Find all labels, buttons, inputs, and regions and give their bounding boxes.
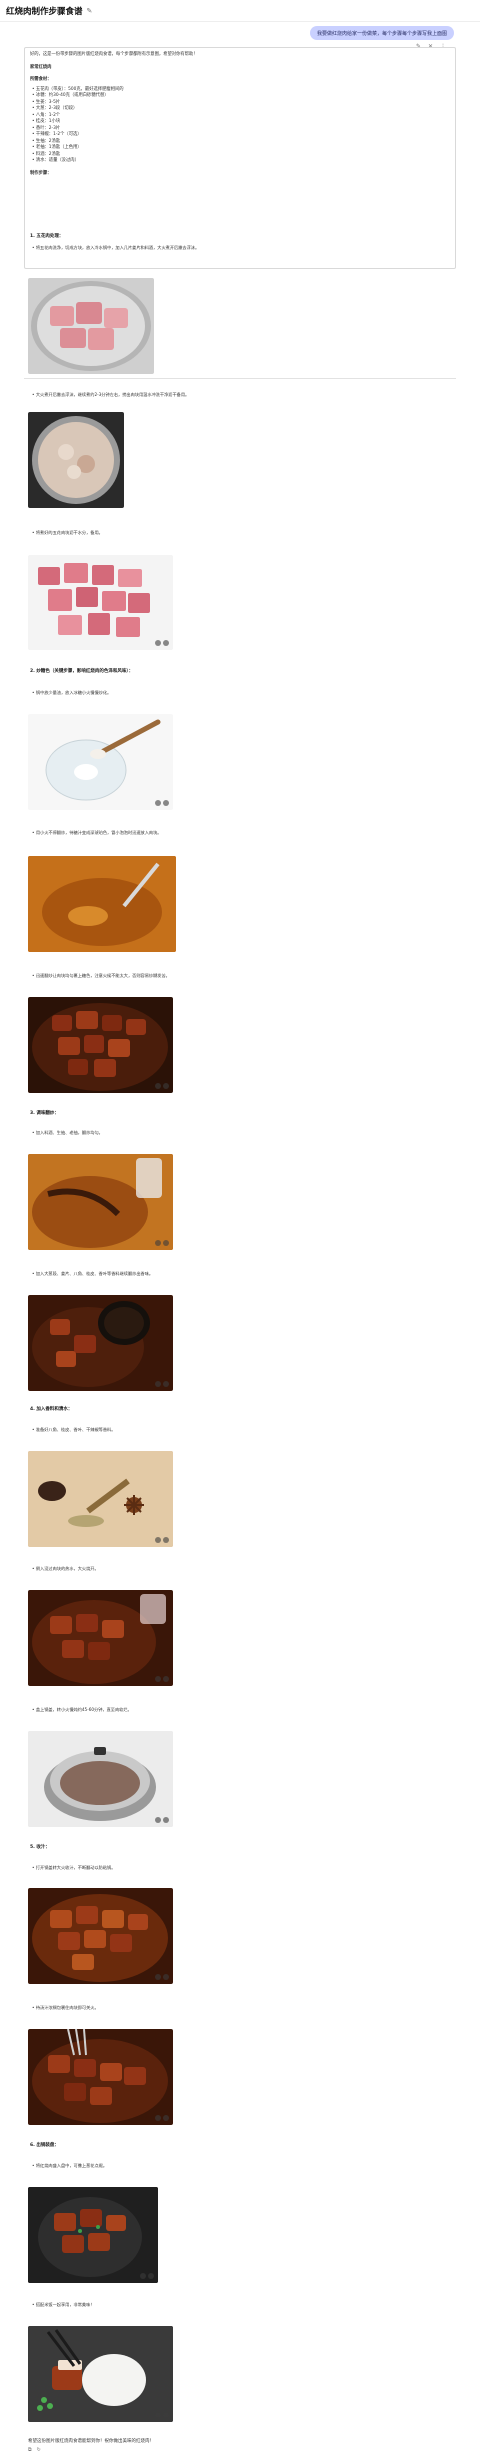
list-item: 将红烧肉盛入盘中，可撒上葱花点缀。 <box>32 2163 107 2169</box>
image-actions <box>155 1974 169 1980</box>
pork-with-rice-illustration <box>28 2326 173 2422</box>
finished-sauce-illustration <box>32 2029 168 2123</box>
list-item: 准备好八角、桂皮、香叶、干辣椒等香料。 <box>32 1427 116 1433</box>
section-heading-6: 6. 出锅装盘： <box>30 2143 59 2148</box>
image-actions <box>155 1676 169 1682</box>
reducing-sauce-photo[interactable] <box>28 1888 173 1984</box>
list-item: 打开锅盖转大火收汁，不断翻动以防粘锅。 <box>32 1865 116 1871</box>
plated-pork-illustration <box>28 2187 158 2283</box>
adding-water-photo[interactable] <box>28 1590 173 1686</box>
list-item: 锅中放少量油，放入冰糖小火慢慢炒化。 <box>32 690 111 696</box>
answer-body: 好的，这是一份带步骤的图片版红烧肉食谱，每个步骤都附有示意图，希望对你有帮助！ … <box>30 52 450 177</box>
ingredient-list: • 五花肉（带皮）：500克，最好选择肥瘦相间的 • 冰糖：约30-40克（或用白… <box>30 87 450 165</box>
caramel-illustration <box>28 856 176 952</box>
section-divider <box>24 378 456 379</box>
download-icon[interactable] <box>163 1974 169 1980</box>
download-icon[interactable] <box>163 1676 169 1682</box>
seasoning-pour-illustration <box>28 1154 173 1250</box>
list-item: 加入料酒、生抽、老抽，翻炒均匀。 <box>32 1130 103 1136</box>
download-icon[interactable] <box>163 1817 169 1823</box>
user-message: 我要做红烧肉给家一份做菜，每个步骤每个步骤写我上面图 <box>309 26 454 40</box>
refresh-icon[interactable]: ↻ <box>37 2447 41 2453</box>
section-heading-4: 4. 加入香料和清水： <box>30 1407 73 1412</box>
raw-pork-photo[interactable] <box>28 278 154 374</box>
image-actions <box>155 1083 169 1089</box>
spices-board-illustration <box>28 1451 173 1547</box>
download-icon[interactable] <box>163 2115 169 2121</box>
image-actions <box>140 2273 154 2279</box>
zoom-icon[interactable] <box>155 1240 161 1246</box>
image-actions <box>155 2412 169 2418</box>
spices-board-photo[interactable] <box>28 1451 173 1547</box>
pencil-icon[interactable]: ✎ <box>87 7 93 15</box>
section-heading-1: 1. 五花肉处理： <box>30 234 64 239</box>
message-actions: ⧉ ↻ <box>28 2447 41 2453</box>
pork-cubes-photo[interactable] <box>28 555 173 650</box>
section-heading-3: 3. 调味翻炒： <box>30 1111 59 1116</box>
list-item: 待汤汁浓稠包裹住肉块即可关火。 <box>32 2005 99 2011</box>
braised-pork-wok-illustration <box>32 1003 168 1091</box>
list-item: 倒入没过肉块的热水，大火烧开。 <box>32 1566 99 1572</box>
zoom-icon[interactable] <box>155 1676 161 1682</box>
list-item: 用小火不停翻炒，待糖汁变成深琥珀色，冒小泡泡时迅速放入肉块。 <box>32 830 162 836</box>
plated-pork-photo[interactable] <box>28 2187 158 2283</box>
zoom-icon[interactable] <box>155 1083 161 1089</box>
chat-header: 红烧肉制作步骤食谱 ✎ <box>0 0 480 22</box>
zoom-icon[interactable] <box>155 1817 161 1823</box>
download-icon[interactable] <box>163 1381 169 1387</box>
download-icon[interactable] <box>163 800 169 806</box>
reducing-sauce-illustration <box>32 1894 168 1982</box>
image-actions <box>155 640 169 646</box>
image-actions <box>155 1537 169 1543</box>
list-item: 搭配米饭一起享用，非常美味！ <box>32 2302 95 2308</box>
sugar-bowl-illustration <box>45 719 161 801</box>
zoom-icon[interactable] <box>155 2115 161 2121</box>
zoom-icon[interactable] <box>155 1381 161 1387</box>
image-actions <box>155 800 169 806</box>
download-icon[interactable] <box>163 2412 169 2418</box>
section-heading-2: 2. 炒糖色（关键步骤，影响红烧肉的色泽和风味）： <box>30 669 134 674</box>
image-actions <box>155 1240 169 1246</box>
download-icon[interactable] <box>163 1240 169 1246</box>
boiling-pot-photo[interactable] <box>28 412 124 508</box>
sugar-bowl-photo[interactable] <box>28 714 173 810</box>
list-item: 将五花肉洗净，切成方块，放入冷水锅中，加入几片姜片和料酒，大火煮开后撇去浮沫。 <box>32 245 199 251</box>
covered-pot-illustration <box>28 1731 173 1827</box>
list-item: 加入大葱段、姜片、八角、桂皮、香叶等香料继续翻炒出香味。 <box>32 1271 153 1277</box>
pork-cubes-illustration <box>38 563 150 637</box>
chat-title: 红烧肉制作步骤食谱 <box>6 6 83 17</box>
list-item: 盖上锅盖，转小火慢炖约45-60分钟，直至肉软烂。 <box>32 1707 132 1713</box>
soy-sauce-photo[interactable] <box>28 1295 173 1391</box>
boiling-pot-illustration <box>32 416 120 504</box>
zoom-icon[interactable] <box>155 800 161 806</box>
copy-icon[interactable]: ⧉ <box>28 2447 32 2453</box>
image-actions <box>155 2115 169 2121</box>
download-icon[interactable] <box>163 1083 169 1089</box>
pork-with-rice-photo[interactable] <box>28 2326 173 2422</box>
raw-pork-illustration <box>31 281 151 371</box>
list-item: 将煮好的五花肉块沥干水分，备用。 <box>32 530 103 536</box>
download-icon[interactable] <box>163 640 169 646</box>
zoom-icon[interactable] <box>155 2412 161 2418</box>
soy-sauce-illustration <box>32 1301 150 1387</box>
closing-message: 希望这份图片版红烧肉食谱能帮到你！祝你做出美味的红烧肉！ <box>28 2439 154 2444</box>
download-icon[interactable] <box>148 2273 154 2279</box>
zoom-icon[interactable] <box>140 2273 146 2279</box>
zoom-icon[interactable] <box>155 1974 161 1980</box>
seasoning-pour-photo[interactable] <box>28 1154 173 1250</box>
steps-title: 制作步骤： <box>30 170 52 176</box>
braised-pork-wok-photo[interactable] <box>28 997 173 1093</box>
section-heading-5: 5. 收汁： <box>30 1845 50 1850</box>
list-item: 大火煮开后撇去浮沫，继续煮约2-3分钟左右，捞出肉块用温水冲洗干净沥干备用。 <box>32 392 189 398</box>
finished-sauce-photo[interactable] <box>28 2029 173 2125</box>
download-icon[interactable] <box>163 1537 169 1543</box>
adding-water-illustration <box>32 1594 166 1684</box>
covered-pot-photo[interactable] <box>28 1731 173 1827</box>
zoom-icon[interactable] <box>155 1537 161 1543</box>
list-item: 迅速翻炒让肉块均匀裹上糖色，注意火候不能太大，否则容易炒糊发苦。 <box>32 973 170 979</box>
caramel-photo[interactable] <box>28 856 176 952</box>
image-actions <box>155 1817 169 1823</box>
zoom-icon[interactable] <box>155 640 161 646</box>
image-actions <box>155 1381 169 1387</box>
